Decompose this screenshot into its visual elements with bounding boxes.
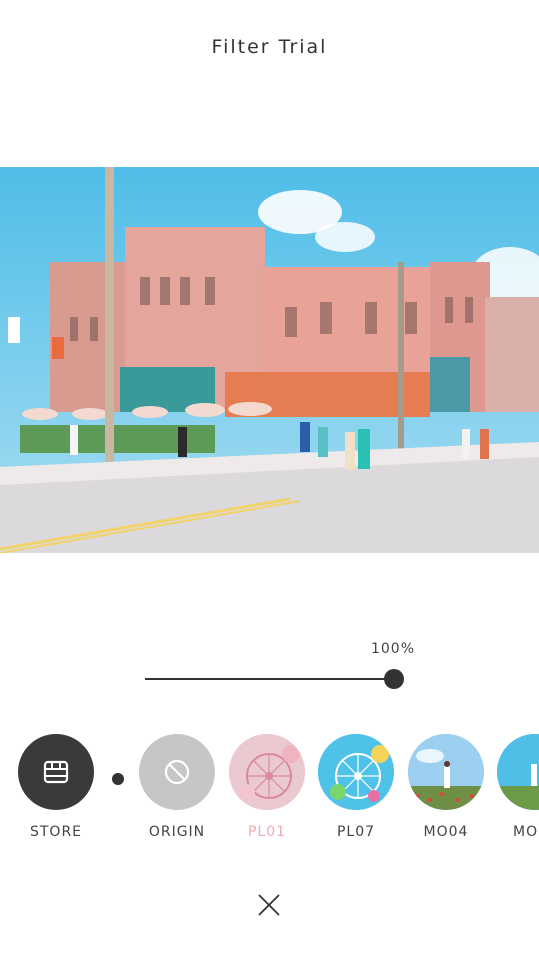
slider-thumb[interactable] — [384, 669, 404, 689]
store-icon — [43, 760, 69, 784]
filter-origin[interactable]: ORIGIN — [138, 734, 216, 840]
photo-preview — [0, 167, 539, 553]
origin-thumb[interactable] — [139, 734, 215, 810]
filter-pl07[interactable]: PL07 — [317, 734, 395, 840]
filter-label: PL01 — [247, 824, 287, 840]
separator-dot — [112, 773, 124, 785]
page-title: Filter Trial — [211, 36, 328, 58]
pl07-thumb[interactable] — [318, 734, 394, 810]
filter-mo[interactable]: MO — [497, 734, 539, 840]
slider-track[interactable] — [145, 678, 397, 680]
field-thumb — [497, 734, 539, 810]
filter-mo04[interactable]: MO04 — [407, 734, 485, 840]
filter-strip: STORE ORIGIN PL01 PL07 MO04 MO — [0, 734, 539, 844]
pl01-thumb[interactable] — [229, 734, 305, 810]
field-thumb — [408, 734, 484, 810]
filter-label: STORE — [29, 824, 83, 840]
store-button[interactable] — [18, 734, 94, 810]
close-icon[interactable] — [256, 892, 282, 918]
mo04-thumb[interactable] — [408, 734, 484, 810]
intensity-slider[interactable] — [145, 668, 407, 690]
ferris-wheel-thumb — [318, 734, 394, 810]
filter-pl01[interactable]: PL01 — [228, 734, 306, 840]
filter-label: ORIGIN — [148, 824, 206, 840]
ferris-wheel-thumb — [229, 734, 305, 810]
filter-label: MO04 — [423, 824, 469, 840]
mo-thumb[interactable] — [497, 734, 539, 810]
filter-label: PL07 — [336, 824, 376, 840]
intensity-value: 100% — [370, 641, 416, 657]
filter-label: MO — [513, 824, 539, 840]
filter-store[interactable]: STORE — [17, 734, 95, 840]
prohibited-icon — [164, 759, 190, 785]
